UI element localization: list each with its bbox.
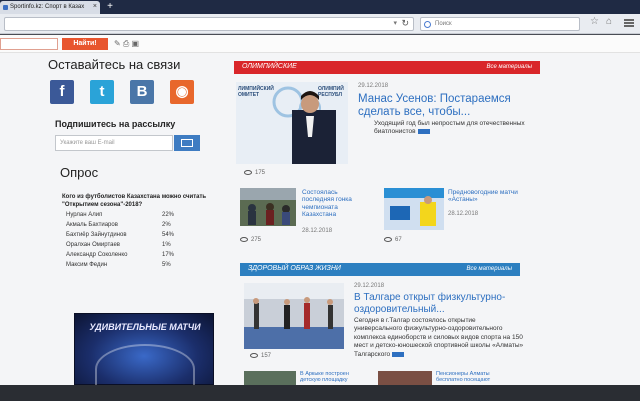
olympic-sub2-date: 28.12.2018 <box>448 211 479 217</box>
address-bar[interactable]: ▾ ↻ <box>4 17 414 31</box>
poll-option-name: Максим Федин <box>66 262 108 268</box>
vkontakte-icon[interactable]: B <box>130 80 154 104</box>
home-icon[interactable]: ⌂ <box>606 16 616 27</box>
social-title: Оставайтесь на связи <box>48 57 181 72</box>
search-engine-icon <box>424 21 431 28</box>
envelope-icon <box>181 139 193 147</box>
read-more-icon[interactable] <box>392 351 405 357</box>
new-tab-button[interactable]: + <box>104 1 116 13</box>
web-page: Найти! ✎ ⎙ ▣ Оставайтесь на связи f t B … <box>0 35 640 394</box>
poll-option-percent: 5% <box>162 262 171 268</box>
poll-option-percent: 2% <box>162 222 171 228</box>
olympic-main-headline[interactable]: Манас Усенов: Постараемся сделать все, ч… <box>358 93 528 119</box>
site-search-input[interactable] <box>0 38 58 50</box>
olympic-sub2-views: 67 <box>384 237 402 243</box>
photo-caption-left: ЛИМПИЙСКИЙ ОМИТЕТ <box>238 86 274 98</box>
poll-option-name: Акмаль Бахтиаров <box>66 222 118 228</box>
poll-option[interactable]: Бахтиёр Зайнутдинов 54% <box>66 232 196 240</box>
eye-icon <box>240 237 248 242</box>
health-main-date: 29.12.2018 <box>354 283 385 289</box>
olympic-all-link[interactable]: Все материалы <box>486 64 532 70</box>
reload-icon[interactable]: ↻ <box>401 18 409 29</box>
browser-tab[interactable]: Sportinfo.kz: Спорт в Казах × <box>0 1 100 14</box>
poll-option[interactable]: Максим Федин 5% <box>66 262 196 270</box>
facebook-icon[interactable]: f <box>50 80 74 104</box>
find-button[interactable]: Найти! <box>62 38 108 50</box>
poll-option-name: Оралхан Омиртаев <box>66 242 120 248</box>
browser-nav-bar: ▾ ↻ Поиск ☆ ⌂ <box>0 14 640 34</box>
health-section-header: Здоровый образ жизни Все материалы <box>240 263 520 276</box>
top-tools-icons[interactable]: ✎ ⎙ ▣ <box>114 39 139 49</box>
os-taskbar <box>0 385 640 401</box>
browser-tab-strip: Sportinfo.kz: Спорт в Казах × + <box>0 0 640 14</box>
health-section-label: Здоровый образ жизни <box>248 265 341 272</box>
tab-close-icon[interactable]: × <box>93 3 97 10</box>
health-main-photo-art <box>244 283 344 349</box>
health-all-link[interactable]: Все материалы <box>466 266 512 272</box>
history-dropdown-icon[interactable]: ▾ <box>393 19 397 27</box>
olympic-sub2-headline[interactable]: Предновогодние матчи «Астаны» <box>448 189 518 204</box>
poll-option[interactable]: Нурлан Алип 22% <box>66 212 196 220</box>
subscribe-button[interactable] <box>174 135 200 151</box>
health-main-views: 157 <box>250 353 271 359</box>
poll-option-percent: 17% <box>162 252 175 258</box>
eye-icon <box>384 237 392 242</box>
site-favicon-icon <box>3 5 8 10</box>
poll-option[interactable]: Александр Соколенко 17% <box>66 252 196 260</box>
olympic-main-snippet: Уходящий год был непростым для отечестве… <box>374 120 525 136</box>
eye-icon <box>244 170 252 175</box>
browser-search-field[interactable]: Поиск <box>420 17 580 31</box>
health-sub1-photo[interactable] <box>244 371 296 385</box>
promo-banner[interactable]: УДИВИТЕЛЬНЫЕ МАТЧИ <box>74 313 214 394</box>
rss-icon[interactable]: ◉ <box>170 80 194 104</box>
olympic-sub1-views: 275 <box>240 237 261 243</box>
banner-text: УДИВИТЕЛЬНЫЕ МАТЧИ <box>89 322 201 332</box>
poll-option-name: Нурлан Алип <box>66 212 103 218</box>
poll-option-percent: 1% <box>162 242 171 248</box>
poll-title: Опрос <box>60 165 99 180</box>
health-main-photo[interactable] <box>244 283 344 349</box>
olympic-main-photo[interactable]: ЛИМПИЙСКИЙ ОМИТЕТ ОЛИМПИЙ РЕСПУБЛ <box>236 82 348 164</box>
poll-option[interactable]: Акмаль Бахтиаров 2% <box>66 222 196 230</box>
olympic-sub1-photo[interactable] <box>240 188 296 226</box>
olympic-sub1-date: 28.12.2018 <box>302 228 333 234</box>
health-sub2-photo[interactable] <box>378 371 432 385</box>
olympic-section-header: Олимпийские Все материалы <box>234 61 540 74</box>
olympic-sub2-photo[interactable] <box>384 188 444 230</box>
olympic-section-label: Олимпийские <box>242 63 297 70</box>
poll-option-percent: 54% <box>162 232 175 238</box>
tab-title: Sportinfo.kz: Спорт в Казах <box>10 4 85 10</box>
twitter-icon[interactable]: t <box>90 80 114 104</box>
olympic-sub1-photo-art <box>240 188 296 226</box>
poll-question: Кого из футболистов Казахстана можно счи… <box>62 194 207 208</box>
bookmark-star-icon[interactable]: ☆ <box>590 16 600 27</box>
olympic-sub1-headline[interactable]: Состоялась последняя гонка чемпионата Ка… <box>302 189 368 219</box>
email-field[interactable]: Укажите ваш E-mail <box>55 135 173 151</box>
poll-option-name: Александр Соколенко <box>66 252 128 258</box>
poll-option-name: Бахтиёр Зайнутдинов <box>66 232 127 238</box>
health-main-snippet: Сегодня в г.Талгар состоялось открытие у… <box>354 317 524 358</box>
search-placeholder: Поиск <box>435 21 452 27</box>
olympic-main-date: 29.12.2018 <box>358 83 389 89</box>
health-sub1-headline[interactable]: В Аркыке построен детскую площадку <box>300 371 362 384</box>
eye-icon <box>250 353 258 358</box>
subscribe-title: Подпишитесь на рассылку <box>55 119 176 129</box>
site-top-strip: Найти! ✎ ⎙ ▣ <box>0 35 640 53</box>
olympic-sub2-photo-art <box>384 188 444 230</box>
olympic-main-views: 175 <box>244 170 265 176</box>
poll-option-percent: 22% <box>162 212 175 218</box>
photo-caption-right: ОЛИМПИЙ РЕСПУБЛ <box>318 86 344 98</box>
health-main-headline[interactable]: В Талгаре открыт физкультурно-оздоровите… <box>354 292 524 315</box>
poll-option[interactable]: Оралхан Омиртаев 1% <box>66 242 196 250</box>
menu-icon[interactable] <box>624 18 634 28</box>
read-more-icon[interactable] <box>417 129 430 135</box>
